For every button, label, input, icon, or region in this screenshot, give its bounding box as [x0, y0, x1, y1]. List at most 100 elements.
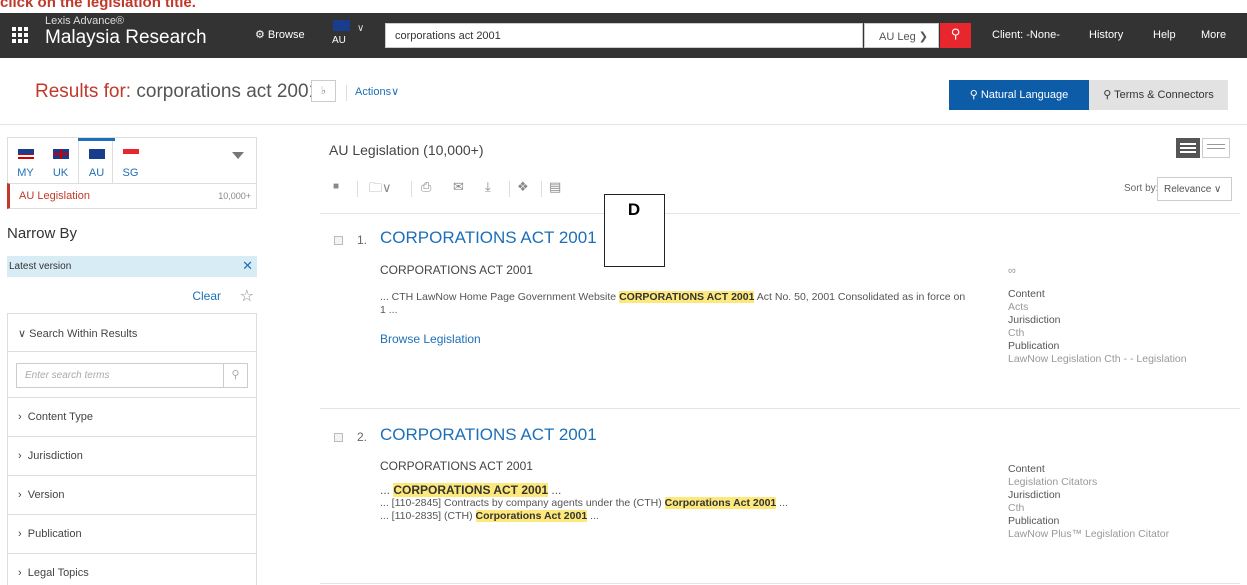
jurisdiction-selector[interactable]: AU ∨: [326, 13, 381, 58]
annotation-label-box: D: [604, 194, 665, 267]
facet-label: › Version: [18, 489, 65, 501]
meta-publication-label: Publication: [1008, 515, 1060, 527]
browse-button[interactable]: ⚙ Browse: [255, 28, 305, 41]
terms-connectors-button[interactable]: ⚲ Terms & Connectors: [1089, 80, 1228, 110]
snippet-line: ... [110-2845] Contracts by company agen…: [380, 497, 970, 510]
uk-flag-icon: [53, 149, 69, 159]
toolbar-divider: [357, 181, 358, 197]
actions-menu[interactable]: Actions∨: [346, 85, 399, 101]
search-input[interactable]: [386, 24, 862, 47]
detailed-view-icon[interactable]: [1176, 138, 1200, 158]
sort-select[interactable]: Relevance ∨: [1157, 177, 1232, 201]
top-navigation-bar: Lexis Advance® Malaysia Research ⚙ Brows…: [0, 13, 1247, 58]
source-au-legislation[interactable]: AU Legislation 10,000+: [7, 183, 257, 209]
help-link[interactable]: Help: [1153, 29, 1176, 41]
snippet-text: ...: [776, 497, 788, 509]
browse-legislation-link[interactable]: Browse Legislation: [380, 332, 481, 346]
facet-jurisdiction[interactable]: › Jurisdiction: [8, 437, 256, 476]
natural-language-button[interactable]: ⚲ Natural Language: [949, 80, 1089, 110]
select-all-checkbox[interactable]: ■: [333, 181, 339, 192]
client-menu[interactable]: Client: -None-: [992, 29, 1060, 41]
preview-glasses-icon[interactable]: ∞: [1008, 265, 1016, 277]
more-menu[interactable]: More: [1201, 29, 1226, 41]
chevron-right-icon: ›: [18, 489, 22, 501]
tab-sg-label: SG: [122, 167, 139, 179]
instruction-banner: click on the legislation title.: [0, 0, 196, 11]
meta-publication-label: Publication: [1008, 340, 1060, 352]
chevron-right-icon: ›: [18, 567, 22, 579]
result-divider: [320, 583, 1240, 584]
facet-version[interactable]: › Version: [8, 476, 256, 515]
caret-down-icon[interactable]: [232, 152, 244, 159]
snippet-text: ...: [380, 483, 394, 497]
snippet-text: ...: [548, 483, 562, 497]
search-within-title: ∨ Search Within Results: [18, 327, 137, 340]
tab-my[interactable]: MY: [8, 138, 43, 184]
result-metadata: Content Legislation Citators Jurisdictio…: [1008, 463, 1238, 541]
result-title-link[interactable]: CORPORATIONS ACT 2001: [380, 228, 597, 248]
view-toggle: [1176, 138, 1232, 158]
result-checkbox[interactable]: [334, 433, 343, 442]
toolbar-divider: [509, 181, 510, 197]
search-within-row: Enter search terms ⚲: [8, 352, 256, 398]
close-icon[interactable]: ✕: [242, 258, 253, 274]
search-submit-button[interactable]: ⚲: [940, 23, 971, 48]
compact-view-icon[interactable]: [1202, 138, 1230, 158]
source-count: 10,000+: [218, 191, 251, 201]
tab-sg[interactable]: SG: [113, 138, 148, 184]
facet-publication-label: Publication: [27, 528, 82, 540]
snippet-highlight: Corporations Act 2001: [475, 510, 588, 522]
email-icon[interactable]: ✉: [453, 179, 464, 195]
result-title-link[interactable]: CORPORATIONS ACT 2001: [380, 425, 597, 445]
logo-product: Malaysia Research: [45, 27, 207, 48]
clear-filters-link[interactable]: Clear: [192, 289, 221, 303]
star-icon[interactable]: ☆: [240, 286, 254, 306]
list-divider: [320, 213, 1240, 214]
snippet-line: ... CORPORATIONS ACT 2001 ...: [380, 483, 970, 497]
meta-content-label: Content: [1008, 288, 1045, 300]
chevron-right-icon: ›: [18, 528, 22, 540]
facet-legal-topics[interactable]: › Legal Topics: [8, 554, 256, 585]
result-divider: [320, 408, 1240, 409]
meta-content-label: Content: [1008, 463, 1045, 475]
search-within-field[interactable]: Enter search terms ⚲: [16, 363, 248, 388]
facet-jurisdiction-label: Jurisdiction: [27, 450, 83, 462]
tab-uk[interactable]: UK: [43, 138, 78, 184]
dropbox-icon[interactable]: ❖: [517, 179, 529, 195]
country-tabs: MY UK AU SG: [7, 137, 257, 184]
search-scope-selector[interactable]: AU Leg ❯: [864, 23, 939, 48]
facet-label: › Legal Topics: [18, 567, 89, 579]
print-icon[interactable]: ⎙: [421, 179, 431, 195]
snippet-text: ... CTH LawNow Home Page Government Webs…: [380, 291, 620, 303]
facet-publication[interactable]: › Publication: [8, 515, 256, 554]
result-subtitle: CORPORATIONS ACT 2001: [380, 263, 533, 277]
facet-label: › Publication: [18, 528, 82, 540]
facet-content-type[interactable]: › Content Type: [8, 398, 256, 437]
meta-jurisdiction-value: Cth: [1008, 502, 1025, 514]
alert-bell-button[interactable]: ♭: [311, 80, 336, 102]
history-link[interactable]: History: [1089, 29, 1123, 41]
apps-grid-icon[interactable]: [12, 27, 28, 43]
tab-uk-label: UK: [52, 167, 69, 179]
australia-flag-icon: [333, 20, 350, 31]
chevron-right-icon: ›: [18, 450, 22, 462]
expand-icon[interactable]: ▤: [549, 179, 561, 195]
meta-jurisdiction-value: Cth: [1008, 327, 1025, 339]
search-within-header[interactable]: ∨ Search Within Results: [8, 314, 256, 352]
search-field[interactable]: [385, 23, 863, 48]
search-icon[interactable]: ⚲: [223, 364, 247, 387]
result-snippet: ... CORPORATIONS ACT 2001 ... ... [110-2…: [380, 483, 970, 523]
malaysia-flag-icon: [18, 149, 34, 159]
snippet-text: ... [110-2835] (CTH): [380, 510, 476, 522]
facet-label: › Content Type: [18, 411, 93, 423]
jurisdiction-code: AU: [332, 35, 346, 46]
toolbar-divider: [411, 181, 412, 197]
meta-publication-value: LawNow Legislation Cth - - Legislation: [1008, 353, 1187, 365]
tab-au[interactable]: AU: [78, 138, 115, 184]
download-icon[interactable]: ⤓: [485, 179, 491, 195]
meta-content-value: Legislation Citators: [1008, 476, 1098, 488]
product-logo[interactable]: Lexis Advance® Malaysia Research: [45, 15, 207, 49]
chevron-down-icon: ∨: [357, 23, 365, 34]
result-checkbox[interactable]: [334, 236, 343, 245]
folder-icon[interactable]: 🗀∨: [369, 179, 392, 201]
